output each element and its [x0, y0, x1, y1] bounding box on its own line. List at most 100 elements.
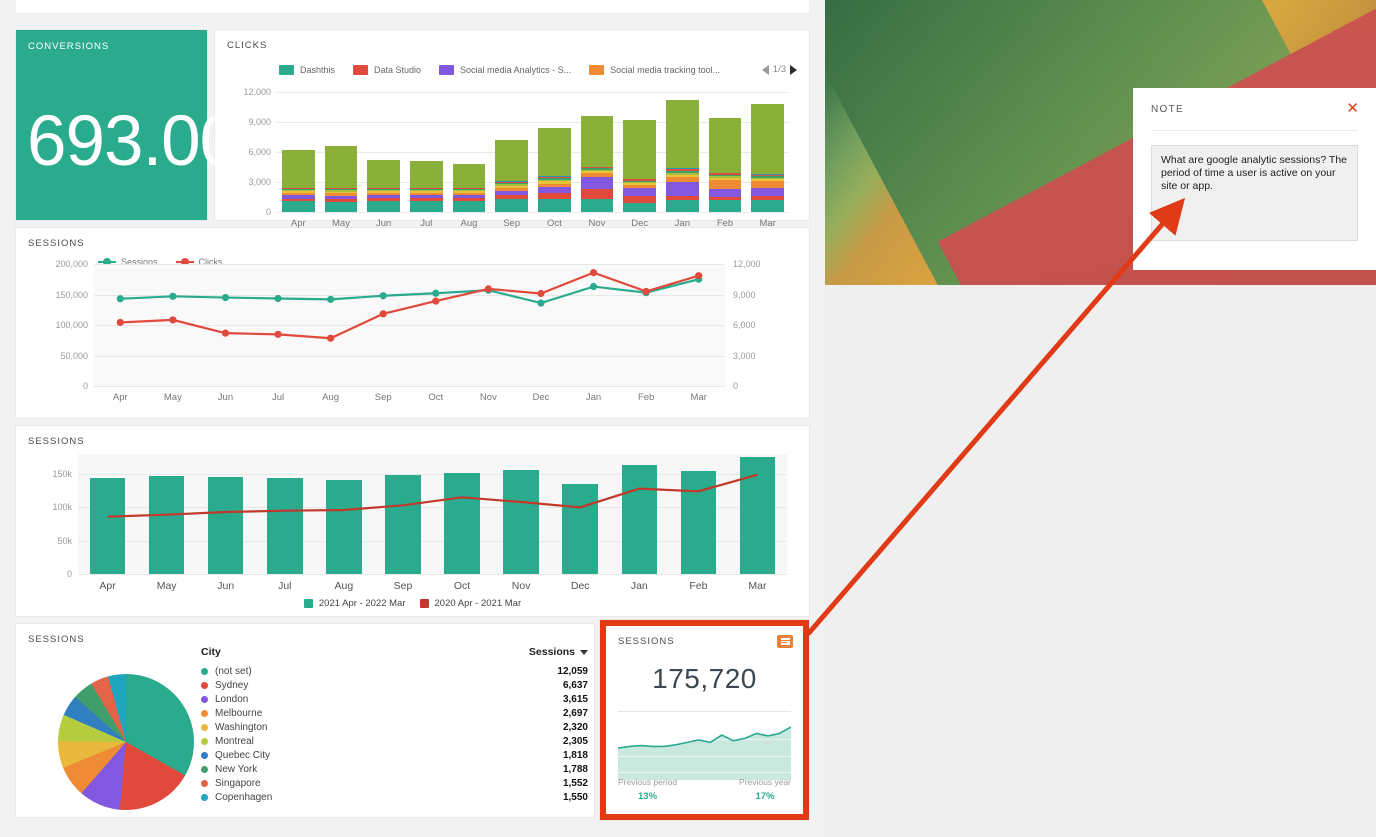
legend-item[interactable]: Dashthis: [279, 64, 335, 75]
table-row[interactable]: Copenhagen 1,550: [201, 790, 588, 804]
legend-swatch: [303, 599, 313, 608]
clicks-legend: Dashthis Data Studio Social media Analytic…: [279, 64, 797, 75]
bar-segment: [580, 199, 614, 212]
clicks-chart-widget[interactable]: CLICKS Dashthis Data Studio Social media A…: [215, 30, 809, 229]
bar-stack[interactable]: [367, 160, 400, 212]
legend-item[interactable]: Data Studio: [353, 64, 422, 75]
city-name: Montreal: [215, 735, 254, 747]
x-axis-tick: Jan: [585, 392, 602, 403]
chevron-down-icon[interactable]: [580, 649, 588, 655]
table-row[interactable]: Washington 2,320: [201, 720, 588, 734]
conversions-value: 693.00: [27, 102, 239, 181]
table-row[interactable]: Singapore 1,552: [201, 776, 588, 790]
x-axis-tick: Dec: [532, 392, 550, 403]
x-axis-tick: Feb: [689, 580, 708, 592]
conversions-kpi-widget[interactable]: CONVERSIONS 693.00: [16, 30, 239, 220]
note-panel[interactable]: NOTE ✕ What are google analytic sessions…: [1133, 88, 1376, 270]
legend-item[interactable]: Social media tracking tool...: [589, 64, 720, 75]
x-axis-tick: Oct: [453, 580, 471, 592]
table-row[interactable]: (not set) 12,059: [201, 664, 588, 678]
bar-stack[interactable]: [580, 115, 614, 212]
previous-year-label: Previous year: [739, 777, 791, 787]
series-color-dot: [201, 737, 208, 745]
bar-stack[interactable]: [538, 127, 571, 212]
bar-segment: [666, 199, 699, 212]
y-axis-left-tick: 0: [82, 381, 88, 391]
y-axis-tick: 0: [66, 569, 72, 579]
table-row[interactable]: New York 1,788: [201, 762, 588, 776]
bar-stack[interactable]: [324, 146, 358, 212]
bar-stack[interactable]: [708, 117, 742, 212]
note-icon[interactable]: [777, 635, 793, 648]
x-axis-tick: Sep: [393, 580, 413, 592]
y-axis-right-tick: 12,000: [733, 259, 761, 269]
column-header-sessions[interactable]: Sessions: [529, 646, 588, 658]
bar-stack[interactable]: [410, 161, 443, 212]
table-row[interactable]: Quebec City 1,818: [201, 748, 588, 762]
sessions-value: 2,305: [562, 735, 588, 747]
bar-segment: [708, 117, 742, 173]
legend-item[interactable]: 2021 Apr - 2022 Mar: [303, 598, 406, 609]
close-icon[interactable]: ✕: [1346, 101, 1359, 116]
legend-swatch: [353, 64, 369, 75]
x-axis-tick: Aug: [334, 580, 354, 592]
note-text-area[interactable]: What are google analytic sessions? The p…: [1151, 145, 1358, 241]
x-axis-tick: Apr: [99, 580, 116, 592]
clicks-plot-area: 0 3,000 6,000 9,000 12,000 Apr May Jun Jul Aug Sep…: [243, 87, 789, 229]
bar-stack[interactable]: [495, 140, 528, 212]
bar-stack[interactable]: [282, 150, 315, 212]
x-axis-tick: Jun: [217, 580, 235, 592]
bar-stack[interactable]: [666, 100, 699, 212]
sessions-kpi-widget[interactable]: SESSIONS 175,720 Previous period 13% Pre…: [600, 620, 809, 820]
sessions-bar-chart-widget[interactable]: SESSIONS 0 50k 100k 150k Apr May Jun Jul Aug Sep O…: [16, 426, 809, 616]
city-name: London: [215, 693, 249, 705]
bar-segment: [751, 187, 784, 196]
sessions-clicks-line-svg: [116, 269, 703, 342]
sessions-value: 3,615: [562, 693, 588, 705]
sessions-kpi-value: 175,720: [652, 663, 757, 694]
city-name: Singapore: [215, 777, 261, 789]
table-row[interactable]: Melbourne 2,697: [201, 706, 588, 720]
y-axis-tick: 9,000: [248, 117, 271, 127]
previous-period-value: 13%: [638, 791, 658, 802]
legend-item[interactable]: Social media Analytics - S...: [439, 64, 571, 75]
bar-stack[interactable]: [623, 119, 656, 212]
y-axis-tick: 12,000: [243, 87, 271, 97]
legend-label: 2020 Apr - 2021 Mar: [434, 598, 522, 609]
city-name: Quebec City: [215, 749, 271, 761]
sessions-line-plot-area: 0 0 50,000 3,000 100,000 6,000 150,000 9,000 200…: [55, 259, 760, 403]
legend-swatch: [439, 64, 455, 75]
x-axis-tick: Dec: [570, 580, 590, 592]
series-color-dot: [201, 765, 208, 773]
city-name: Sydney: [215, 679, 249, 691]
table-row[interactable]: Montreal 2,305: [201, 734, 588, 748]
kpi-divider: [618, 711, 791, 712]
triangle-left-icon[interactable]: [761, 64, 769, 75]
bar-segment: [751, 104, 784, 174]
clicks-legend-pager[interactable]: 1/3: [761, 64, 797, 75]
city-name: New York: [215, 763, 258, 775]
dashboard-panel: Total 17,920 16,304 14,102 CONVERSIONS 6…: [0, 0, 825, 837]
bar-segment: [708, 179, 742, 189]
column-header-city: City: [201, 646, 221, 658]
sessions-line-chart-widget[interactable]: SESSIONS Sessions Clicks 0 0 50,000 3,000 100…: [16, 228, 809, 418]
bar-stack[interactable]: [452, 164, 486, 212]
y-axis-tick: 0: [265, 207, 271, 217]
bar-stack[interactable]: [751, 104, 784, 212]
triangle-right-icon[interactable]: [790, 64, 797, 75]
x-axis-tick: Jun: [217, 392, 234, 403]
x-axis-tick: Sep: [374, 392, 392, 403]
x-axis-tick: May: [163, 392, 182, 403]
legend-item[interactable]: 2020 Apr - 2021 Mar: [419, 598, 522, 609]
bar-segment: [623, 119, 656, 179]
table-row[interactable]: London 3,615: [201, 692, 588, 706]
sparkline-svg: [617, 726, 792, 780]
city-name: Copenhagen: [215, 791, 273, 803]
sessions-city-widget[interactable]: SESSIONS City Sessions (not set) 12,059 Sy…: [16, 624, 594, 817]
city-table-body: (not set) 12,059 Sydney 6,637 London 3,615 Mel…: [201, 664, 588, 804]
sessions-value: 6,637: [562, 679, 588, 691]
table-row[interactable]: Sydney 6,637: [201, 678, 588, 692]
previous-period-block: Previous period 13%: [618, 777, 677, 802]
legend-label: Data Studio: [374, 64, 422, 75]
bar-segment: [623, 195, 656, 204]
